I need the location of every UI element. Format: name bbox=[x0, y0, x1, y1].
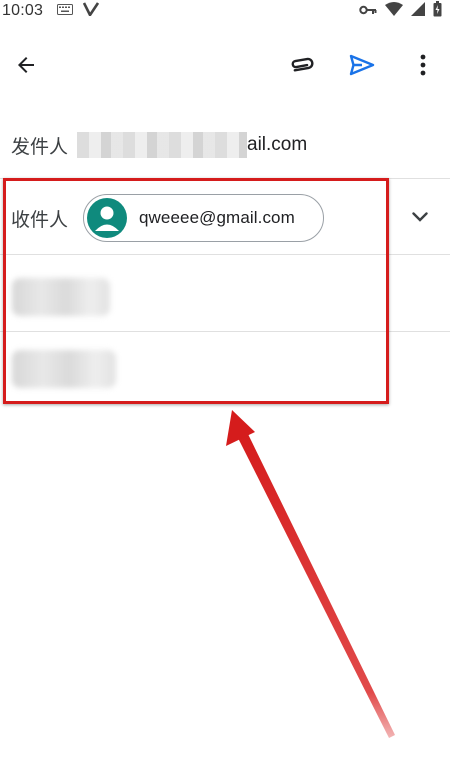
compose-screen: 10:03 发件人 ail.com 收件人 qweeee@gmail.com bbox=[0, 0, 450, 781]
annotation-arrow bbox=[226, 410, 395, 738]
